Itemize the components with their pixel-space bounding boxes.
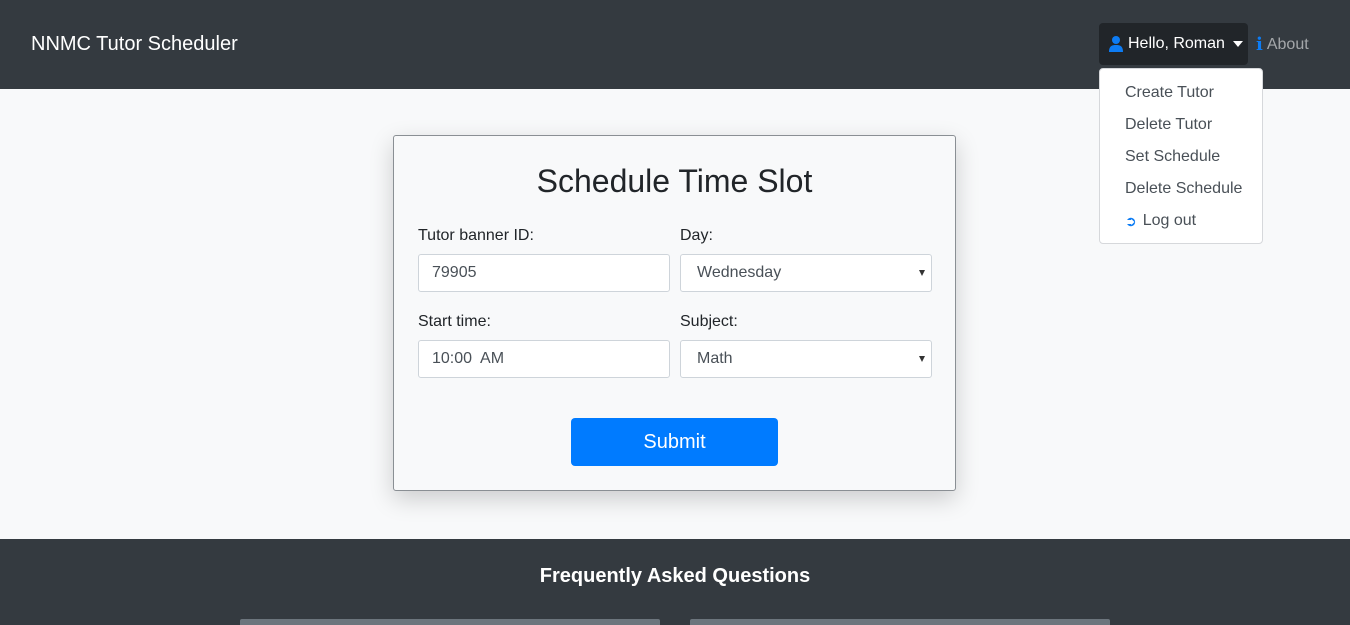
select-arrow-icon (919, 270, 925, 276)
tutor-id-label: Tutor banner ID: (418, 227, 534, 244)
menu-item-set-schedule[interactable]: Set Schedule (1100, 141, 1262, 173)
start-time-label: Start time: (418, 313, 491, 330)
faq-card-left-edge (240, 619, 660, 625)
day-select-value: Wednesday (697, 264, 782, 281)
user-menu-label: Hello, Roman (1128, 35, 1225, 52)
user-menu-button[interactable]: Hello, Roman (1099, 23, 1248, 65)
submit-button[interactable]: Submit (571, 418, 778, 466)
select-arrow-icon (919, 356, 925, 362)
log-out-label: Log out (1142, 212, 1197, 229)
user-icon (1109, 36, 1123, 52)
subject-select-value: Math (697, 350, 733, 367)
brand-title[interactable]: NNMC Tutor Scheduler (31, 33, 238, 56)
about-link[interactable]: i About (1256, 34, 1309, 55)
menu-item-delete-schedule[interactable]: Delete Schedule (1100, 173, 1262, 205)
start-time-input[interactable]: 10:00 AM (418, 340, 670, 378)
menu-item-delete-tutor[interactable]: Delete Tutor (1100, 109, 1262, 141)
user-dropdown-menu: Create Tutor Delete Tutor Set Schedule D… (1099, 68, 1263, 244)
menu-item-create-tutor[interactable]: Create Tutor (1100, 77, 1262, 109)
sign-out-icon: ➲ (1125, 212, 1137, 229)
subject-label: Subject: (680, 313, 738, 330)
caret-down-icon (1232, 41, 1243, 47)
info-icon: i (1256, 34, 1263, 55)
faq-card-right-edge (690, 619, 1110, 625)
faq-footer: Frequently Asked Questions (0, 539, 1350, 625)
form-title: Schedule Time Slot (536, 163, 813, 199)
menu-item-log-out[interactable]: ➲ Log out (1100, 205, 1262, 237)
day-label: Day: (680, 227, 713, 244)
subject-select[interactable]: Math (680, 340, 932, 378)
faq-heading: Frequently Asked Questions (539, 565, 811, 587)
schedule-form-card: Schedule Time Slot Tutor banner ID: 7990… (393, 135, 956, 491)
day-select[interactable]: Wednesday (680, 254, 932, 292)
tutor-id-input[interactable]: 79905 (418, 254, 670, 292)
about-label: About (1266, 35, 1309, 53)
